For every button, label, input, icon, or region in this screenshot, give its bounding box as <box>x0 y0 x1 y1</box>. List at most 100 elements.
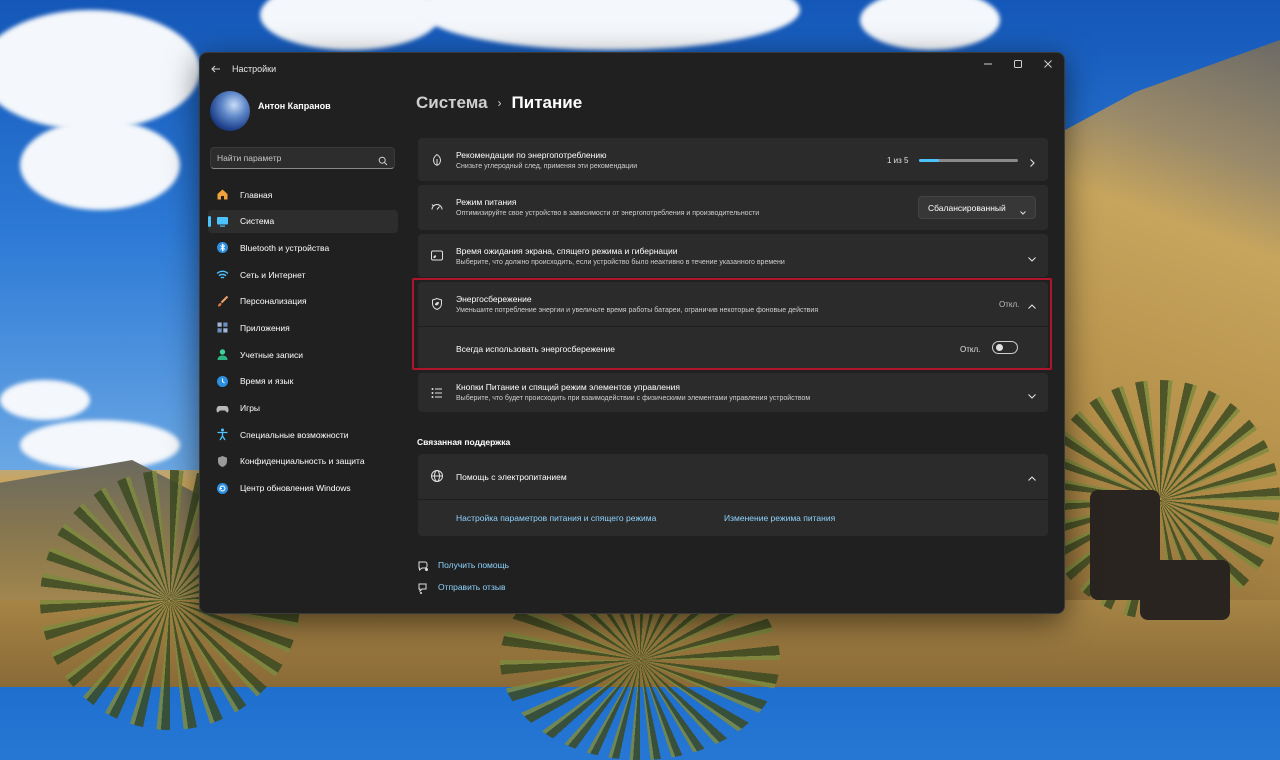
maximize-icon <box>1014 60 1022 68</box>
update-icon <box>216 482 229 495</box>
active-indicator <box>208 215 211 227</box>
bluetooth-icon <box>216 241 229 254</box>
sidebar-item-label: Система <box>240 216 275 227</box>
list-settings-icon <box>430 386 444 400</box>
globe-icon <box>430 469 444 483</box>
settings-window: Настройки Антон Капранов Главная <box>199 52 1065 614</box>
minimize-button[interactable] <box>972 53 1004 75</box>
send-feedback-link[interactable]: Отправить отзыв <box>438 582 505 592</box>
user-name: Антон Капранов <box>258 101 331 111</box>
sidebar-item-label: Игры <box>240 403 261 413</box>
sidebar-item-label: Bluetooth и устройства <box>240 242 330 253</box>
search-box[interactable] <box>210 147 395 169</box>
background-cloud <box>0 380 90 420</box>
sidebar-item-time-language[interactable]: Время и язык <box>208 370 398 393</box>
chevron-down-icon <box>1019 204 1027 215</box>
related-support-heading: Связанная поддержка <box>417 437 511 447</box>
app-title: Настройки <box>232 64 277 74</box>
progress-count: 1 из 5 <box>887 156 909 165</box>
wifi-icon <box>216 268 229 281</box>
sidebar-item-label: Время и язык <box>240 376 294 387</box>
sidebar-item-accessibility[interactable]: Специальные возможности <box>208 423 398 446</box>
power-help-header[interactable]: Помощь с электропитанием <box>418 454 1048 498</box>
highlight-frame <box>412 278 1052 370</box>
progress-bar-fill <box>919 159 939 162</box>
power-buttons-card[interactable]: Кнопки Питание и спящий режим элементов … <box>418 373 1048 412</box>
close-icon <box>1044 60 1052 68</box>
card-title: Режим питания <box>456 197 517 207</box>
sidebar-item-bluetooth[interactable]: Bluetooth и устройства <box>208 236 398 259</box>
sidebar-item-label: Учетные записи <box>240 349 304 360</box>
person-icon <box>216 348 229 361</box>
monitor-icon <box>216 215 229 228</box>
power-help-card: Помощь с электропитанием Настройка парам… <box>418 454 1048 536</box>
background-cloud <box>20 120 180 210</box>
feedback-icon <box>417 581 429 594</box>
avatar[interactable] <box>210 91 250 131</box>
home-icon <box>216 188 229 201</box>
get-help-link[interactable]: Получить помощь <box>438 560 509 570</box>
chevron-right-icon[interactable] <box>1027 155 1037 167</box>
sidebar-item-label: Персонализация <box>240 296 307 307</box>
card-description: Выберите, что должно происходить, если у… <box>456 259 785 266</box>
divider <box>418 499 1048 500</box>
breadcrumb-separator: › <box>497 96 502 110</box>
card-description: Снизьте углеродный след, применяя эти ре… <box>456 163 638 170</box>
leaf-icon <box>430 153 444 167</box>
card-title: Помощь с электропитанием <box>456 472 567 482</box>
search-input[interactable] <box>217 151 372 165</box>
accessibility-icon <box>216 428 229 441</box>
power-sleep-settings-link[interactable]: Настройка параметров питания и спящего р… <box>456 513 656 523</box>
chevron-up-icon[interactable] <box>1027 471 1037 481</box>
progress-bar <box>919 159 1018 162</box>
title-bar: Настройки <box>200 53 1064 85</box>
sidebar-item-label: Специальные возможности <box>240 429 349 440</box>
help-icon <box>417 559 429 572</box>
close-button[interactable] <box>1032 53 1064 75</box>
chevron-down-icon[interactable] <box>1027 251 1037 262</box>
page-title: Питание <box>511 93 583 112</box>
sidebar-item-personalization[interactable]: Персонализация <box>208 290 398 313</box>
sidebar-item-label: Сеть и Интернет <box>240 269 306 280</box>
sidebar-item-accounts[interactable]: Учетные записи <box>208 343 398 366</box>
sidebar-item-windows-update[interactable]: Центр обновления Windows <box>208 477 398 500</box>
card-title: Рекомендации по энергопотреблению <box>456 150 607 160</box>
minimize-icon <box>984 63 992 65</box>
sidebar-item-apps[interactable]: Приложения <box>208 316 398 339</box>
sidebar-item-system[interactable]: Система <box>208 209 398 233</box>
card-title: Кнопки Питание и спящий режим элементов … <box>456 382 680 392</box>
screen-sleep-card[interactable]: Время ожидания экрана, спящего режима и … <box>418 234 1048 277</box>
sidebar-item-gaming[interactable]: Игры <box>208 397 398 420</box>
search-icon[interactable] <box>378 153 388 166</box>
background-stump <box>1140 560 1230 620</box>
sidebar-item-label: Конфиденциальность и защита <box>240 456 365 467</box>
brush-icon <box>216 295 229 308</box>
shield-icon <box>216 455 229 468</box>
screen-sleep-icon <box>430 249 444 263</box>
chevron-down-icon[interactable] <box>1027 388 1037 399</box>
card-description: Оптимизируйте свое устройство в зависимо… <box>456 210 760 217</box>
power-mode-card: Режим питания Оптимизируйте свое устройс… <box>418 185 1048 230</box>
gamepad-icon <box>216 402 229 415</box>
sidebar-item-label: Приложения <box>240 322 290 333</box>
sidebar-item-label: Главная <box>240 189 273 200</box>
sidebar-item-home[interactable]: Главная <box>208 183 398 206</box>
apps-icon <box>216 321 229 334</box>
background-cloud <box>20 420 180 470</box>
maximize-button[interactable] <box>1002 53 1034 75</box>
change-power-mode-link[interactable]: Изменение режима питания <box>724 513 835 523</box>
breadcrumb-parent[interactable]: Система <box>416 93 488 113</box>
sidebar-nav: Главная Система Bluetooth и устройства С… <box>208 183 398 503</box>
sidebar-item-label: Центр обновления Windows <box>240 483 351 494</box>
breadcrumb: Система › Питание <box>416 93 582 113</box>
sidebar-item-network[interactable]: Сеть и Интернет <box>208 263 398 286</box>
globe-clock-icon <box>216 375 229 388</box>
speedometer-icon <box>430 200 444 214</box>
energy-recommendations-card[interactable]: Рекомендации по энергопотреблению Снизьт… <box>418 138 1048 181</box>
power-mode-selected: Сбалансированный <box>928 203 1006 213</box>
card-description: Выберите, что будет происходить при взаи… <box>456 395 811 402</box>
power-mode-dropdown[interactable]: Сбалансированный <box>918 196 1036 219</box>
sidebar-item-privacy[interactable]: Конфиденциальность и защита <box>208 450 398 473</box>
back-arrow-icon[interactable] <box>209 62 223 76</box>
card-title: Время ожидания экрана, спящего режима и … <box>456 246 678 256</box>
